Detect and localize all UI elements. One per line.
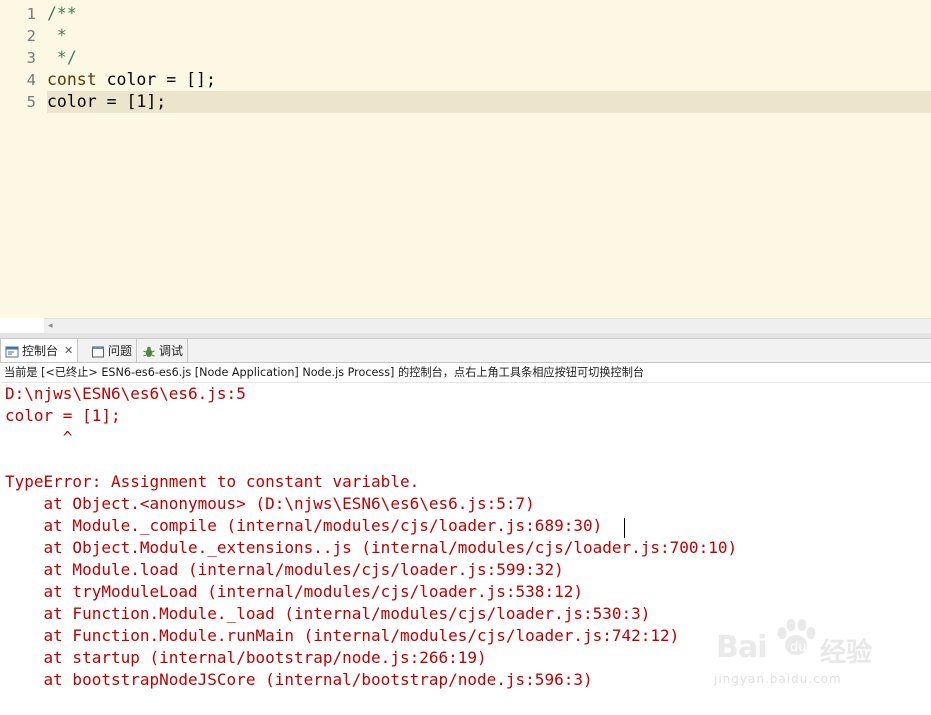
tab-console-label: 控制台 <box>22 343 59 358</box>
close-icon[interactable]: ✕ <box>64 340 73 362</box>
tab-debug[interactable]: 调试 <box>138 339 189 362</box>
code-line[interactable]: */ <box>47 47 931 69</box>
console-output-line: at Function.Module._load (internal/modul… <box>5 604 651 623</box>
watermark-url: jingyan.baidu.com <box>714 672 842 686</box>
console-icon <box>5 344 19 358</box>
code-editor[interactable]: 12345 /** * */const color = []; color = [… <box>0 0 931 318</box>
console-output-line: at Object.Module._extensions..js (intern… <box>5 538 738 557</box>
watermark-jingyan: 经验 <box>820 638 873 668</box>
console-output-line: ^ <box>5 428 73 447</box>
code-line[interactable]: const color = []; <box>47 69 931 91</box>
console-output-line: at Function.Module.runMain (internal/mod… <box>5 626 680 645</box>
baidu-jingyan-watermark: Bai du 经验 jingyan.baidu.com <box>710 612 910 702</box>
line-number-gutter: 1 2 3 4 5 <box>0 0 44 318</box>
code-comment: */ <box>47 48 77 67</box>
line-number: 4 <box>26 71 36 89</box>
console-view-tabbar: 控制台 ✕ 问题 调试 <box>0 339 931 363</box>
line-number: 1 <box>26 5 36 23</box>
debug-icon <box>142 344 156 358</box>
paw-icon: du <box>777 619 816 655</box>
line-number: 3 <box>26 49 36 67</box>
line-number: 2 <box>26 27 36 45</box>
code-text: color = [1]; <box>47 92 167 111</box>
console-output-line: D:\njws\ESN6\es6\es6.js:5 <box>5 384 246 403</box>
console-output-line: at startup (internal/bootstrap/node.js:2… <box>5 648 487 667</box>
code-text: color = []; <box>96 70 216 89</box>
line-number: 5 <box>26 93 36 111</box>
tab-problems-label: 问题 <box>108 343 133 358</box>
tab-debug-label: 调试 <box>159 343 184 358</box>
console-output-line: TypeError: Assignment to constant variab… <box>5 472 420 491</box>
console-output-line: at bootstrapNodeJSCore (internal/bootstr… <box>5 670 593 689</box>
tab-problems[interactable]: 问题 <box>87 339 138 362</box>
code-keyword: const <box>47 70 97 89</box>
scroll-left-icon[interactable]: ◂ <box>48 319 53 333</box>
code-comment: * <box>47 26 67 45</box>
problems-icon <box>91 344 105 358</box>
code-line[interactable]: * <box>47 25 931 47</box>
code-line[interactable]: color = [1]; <box>47 91 931 113</box>
console-description: 当前是 [<已终止> ESN6-es6-es6.js [Node Applica… <box>0 363 931 383</box>
tab-console[interactable]: 控制台 ✕ <box>0 339 79 362</box>
console-output-line: at Module.load (internal/modules/cjs/loa… <box>5 560 564 579</box>
console-output-line: at Object.<anonymous> (D:\njws\ESN6\es6\… <box>5 494 535 513</box>
svg-text:du: du <box>790 640 807 655</box>
console-output-line: color = [1]; <box>5 406 121 425</box>
editor-horizontal-scrollbar[interactable]: ◂ <box>44 318 931 333</box>
text-cursor <box>624 518 625 538</box>
console-output-line: at tryModuleLoad (internal/modules/cjs/l… <box>5 582 583 601</box>
console-output-line: at Module._compile (internal/modules/cjs… <box>5 516 603 535</box>
code-line[interactable]: /** <box>47 3 931 25</box>
code-comment: /** <box>47 4 77 23</box>
watermark-brand: Bai <box>716 630 767 665</box>
